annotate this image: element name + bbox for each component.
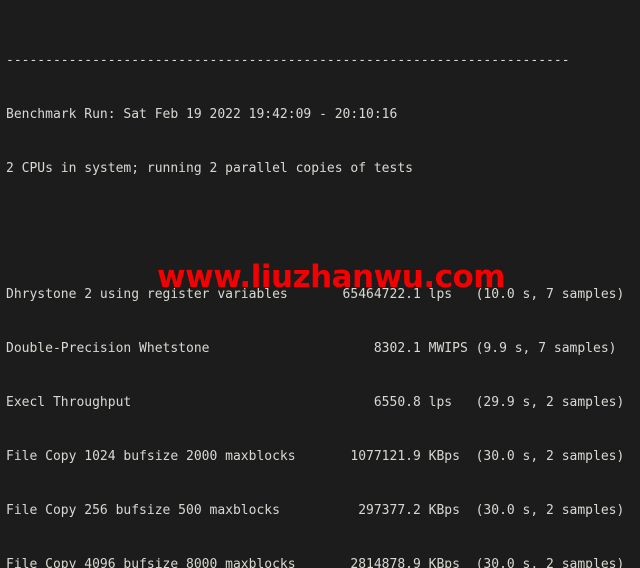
raw-result-row: File Copy 4096 bufsize 8000 maxblocks 28… — [6, 557, 625, 568]
cpu-count-line: 2 CPUs in system; running 2 parallel cop… — [6, 161, 413, 176]
raw-result-row: File Copy 1024 bufsize 2000 maxblocks 10… — [6, 449, 625, 464]
terminal-window: ----------------------------------------… — [0, 0, 640, 568]
raw-result-row: Double-Precision Whetstone 8302.1 MWIPS … — [6, 341, 617, 356]
top-rule: ----------------------------------------… — [6, 53, 570, 68]
raw-result-row: Execl Throughput 6550.8 lps (29.9 s, 2 s… — [6, 395, 625, 410]
raw-result-row: Dhrystone 2 using register variables 654… — [6, 287, 625, 302]
benchmark-run-line: Benchmark Run: Sat Feb 19 2022 19:42:09 … — [6, 107, 398, 122]
raw-result-row: File Copy 256 bufsize 500 maxblocks 2973… — [6, 503, 625, 518]
terminal-screen: ----------------------------------------… — [6, 0, 624, 568]
